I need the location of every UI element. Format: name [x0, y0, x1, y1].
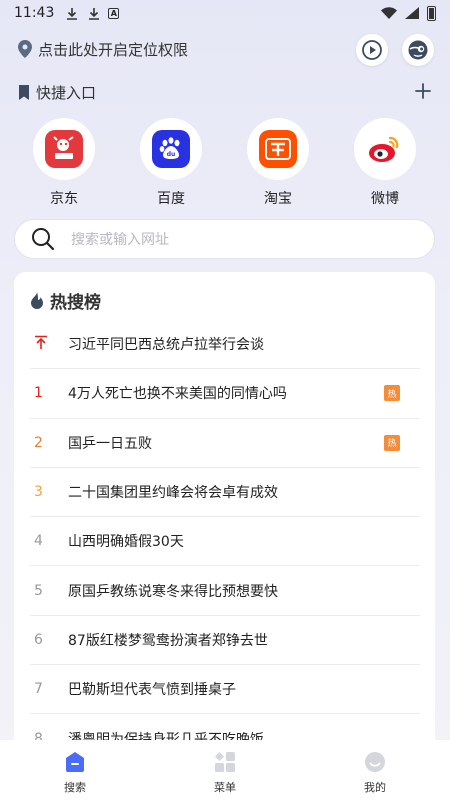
location-text: 点击此处开启定位权限	[38, 40, 189, 59]
hot-rank: 6	[34, 631, 43, 648]
hot-search-card: 热搜榜 习近平同巴西总统卢拉举行会谈 1 4万人死亡也换不来美国的同情心吗热 2 国乒一…	[14, 272, 435, 752]
smile-icon	[365, 752, 385, 772]
pinned-top-icon	[30, 335, 68, 353]
download-icon	[86, 5, 102, 21]
nav-menu[interactable]: 菜单	[150, 740, 300, 800]
shortcut-baidu[interactable]: du 百度	[131, 118, 211, 208]
hot-search-header: 热搜榜	[30, 288, 101, 313]
hot-text: 习近平同巴西总统卢拉举行会谈	[68, 337, 264, 354]
quick-access-title: 快捷入口	[36, 83, 97, 102]
video-button[interactable]	[356, 34, 388, 66]
wifi-icon	[381, 7, 397, 19]
hot-rank: 5	[34, 582, 43, 599]
jd-icon	[45, 130, 83, 168]
hot-rank: 7	[34, 681, 43, 698]
shortcut-taobao[interactable]: 淘宝	[238, 118, 318, 208]
hot-rank: 2	[34, 434, 43, 451]
shortcut-weibo[interactable]: 微博	[345, 118, 425, 208]
hot-text: 原国乒教练说寒冬来得比预想要快	[68, 583, 278, 600]
hot-rank: 1	[34, 385, 43, 402]
shortcut-jd[interactable]: 京东	[24, 118, 104, 208]
home-icon	[66, 752, 84, 772]
hot-search-item[interactable]: 习近平同巴西总统卢拉举行会谈	[30, 320, 420, 370]
grid-icon	[215, 752, 235, 772]
hot-search-item[interactable]: 7 巴勒斯坦代表气愤到捶桌子	[30, 665, 420, 715]
status-time: 11:43	[14, 5, 55, 21]
hot-badge: 热	[384, 385, 400, 402]
nav-label: 菜单	[214, 781, 236, 794]
taobao-icon	[259, 130, 297, 168]
weibo-icon	[366, 130, 404, 168]
hot-text: 山西明确婚假30天	[68, 534, 184, 551]
baidu-icon: du	[152, 130, 190, 168]
bookmark-icon	[19, 84, 29, 100]
play-circle-icon	[362, 40, 382, 60]
hot-rank: 3	[34, 484, 43, 501]
add-shortcut-icon[interactable]	[414, 82, 432, 100]
status-bar: 11:43 A	[0, 0, 450, 26]
shortcut-label: 京东	[50, 191, 78, 207]
search-input[interactable]: 搜索或输入网址	[14, 219, 435, 259]
nav-label: 我的	[364, 781, 386, 794]
hot-search-item[interactable]: 2 国乒一日五败 热	[30, 419, 420, 468]
robot-face-icon	[408, 40, 428, 60]
search-icon	[32, 228, 55, 251]
flame-icon	[31, 291, 43, 309]
hot-search-item[interactable]: 4 山西明确婚假30天	[30, 517, 420, 567]
hot-text: 国乒一日五败	[68, 435, 152, 452]
hot-search-title: 热搜榜	[50, 292, 101, 313]
shortcut-label: 微博	[371, 191, 399, 207]
hot-search-item[interactable]: 1 4万人死亡也换不来美国的同情心吗 热	[30, 369, 420, 419]
hot-text: 巴勒斯坦代表气愤到捶桌子	[68, 682, 236, 699]
nav-label: 搜索	[64, 781, 86, 794]
assistant-button[interactable]	[402, 34, 434, 66]
location-permission[interactable]: 点击此处开启定位权限	[18, 36, 188, 62]
hot-rank: 4	[34, 533, 43, 550]
signal-icon	[405, 7, 419, 19]
shortcut-grid: 京东 du 百度 淘宝 微博	[0, 118, 450, 208]
download-icon	[64, 5, 80, 21]
hot-text: 4万人死亡也换不来美国的同情心吗	[68, 386, 287, 403]
hot-text: 二十国集团里约峰会将会卓有成效	[68, 485, 278, 502]
quick-access-header: 快捷入口	[18, 80, 96, 104]
location-pin-icon	[18, 40, 32, 58]
hot-badge: 热	[384, 434, 400, 451]
bottom-navigation: 搜索 菜单 我的	[0, 740, 450, 800]
svg-text:du: du	[167, 151, 176, 158]
hot-search-item[interactable]: 3 二十国集团里约峰会将会卓有成效	[30, 468, 420, 518]
hot-text: 87版红楼梦鸳鸯扮演者郑铮去世	[68, 632, 268, 649]
nav-search[interactable]: 搜索	[0, 740, 150, 800]
hot-search-item[interactable]: 5 原国乒教练说寒冬来得比预想要快	[30, 566, 420, 616]
hot-search-list: 习近平同巴西总统卢拉举行会谈 1 4万人死亡也换不来美国的同情心吗热 2 国乒一日五败热…	[30, 320, 420, 752]
shortcut-label: 淘宝	[264, 191, 292, 207]
shortcut-label: 百度	[157, 191, 185, 207]
search-placeholder: 搜索或输入网址	[71, 232, 169, 248]
hot-search-item[interactable]: 6 87版红楼梦鸳鸯扮演者郑铮去世	[30, 616, 420, 666]
battery-icon	[427, 5, 436, 21]
notification-a-icon: A	[108, 7, 120, 19]
nav-mine[interactable]: 我的	[300, 740, 450, 800]
